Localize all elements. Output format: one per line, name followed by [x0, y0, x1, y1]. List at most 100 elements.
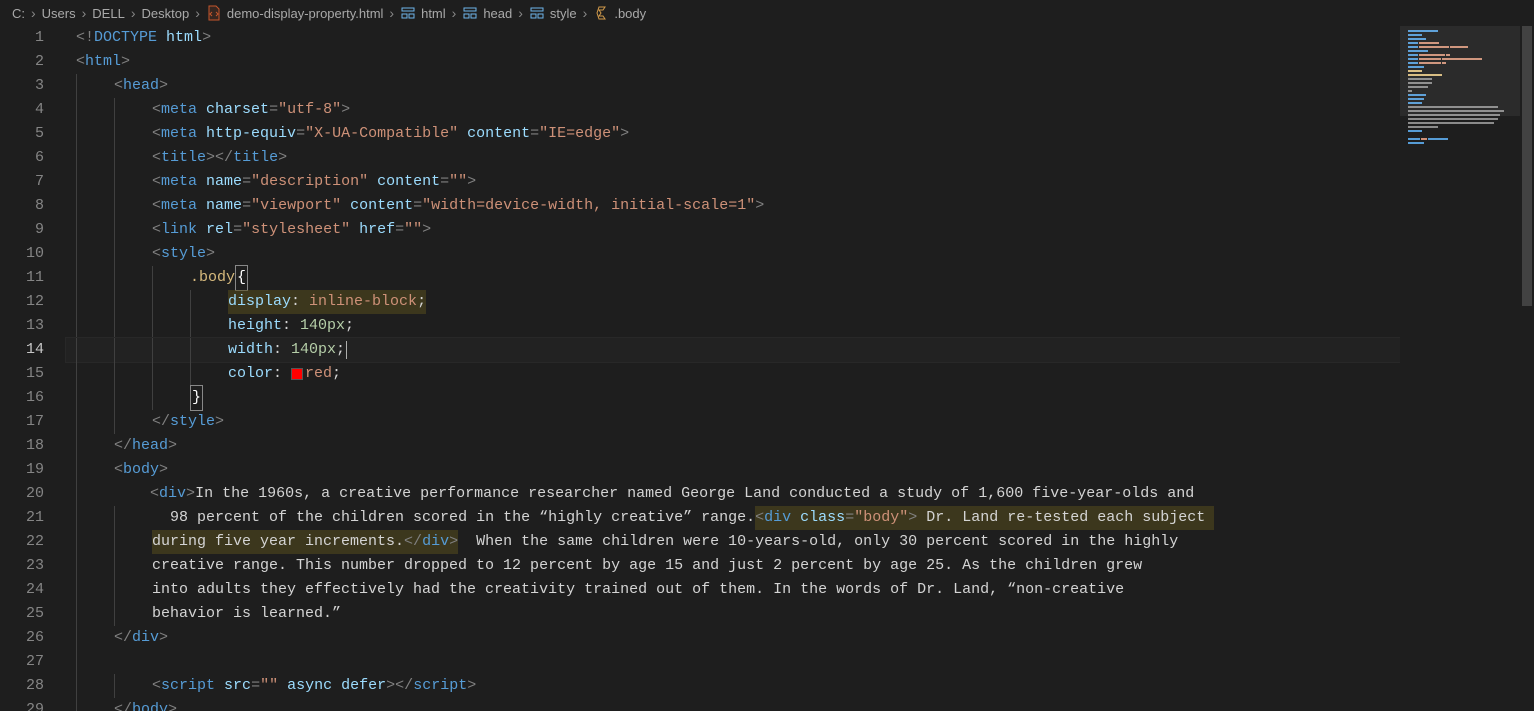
indent-guide [152, 290, 153, 314]
code-token: < [152, 98, 161, 122]
code-content[interactable]: <!DOCTYPE html><html><head><meta charset… [66, 26, 1400, 711]
code-token: When the same children were 10-years-old… [458, 530, 1187, 554]
code-token: = [530, 122, 539, 146]
breadcrumb-segment[interactable]: style [529, 5, 577, 21]
code-line[interactable]: <meta name="description" content=""> [66, 170, 1400, 194]
breadcrumb-segment[interactable]: C: [12, 6, 25, 21]
breadcrumb-segment[interactable]: DELL [92, 6, 125, 21]
line-number: 7 [0, 170, 44, 194]
code-token: > [341, 98, 350, 122]
code-token: width [228, 338, 273, 362]
line-number: 11 [0, 266, 44, 290]
code-line[interactable]: <title></title> [66, 146, 1400, 170]
breadcrumb-segment[interactable]: Desktop [142, 6, 190, 21]
indent-guide [76, 410, 77, 434]
code-line[interactable]: .body{ [66, 266, 1400, 290]
minimap[interactable] [1400, 26, 1520, 711]
code-token: < [152, 170, 161, 194]
indent-guide [190, 362, 191, 386]
code-line[interactable]: into adults they effectively had the cre… [66, 578, 1400, 602]
chevron-right-icon: › [583, 5, 588, 21]
breadcrumb-label: head [483, 6, 512, 21]
code-token: < [114, 74, 123, 98]
code-token: meta [161, 98, 197, 122]
indent-guide [152, 338, 153, 362]
code-line[interactable]: </body> [66, 698, 1400, 711]
breadcrumb-segment[interactable]: .body [593, 5, 646, 21]
code-line[interactable]: <meta charset="utf-8"> [66, 98, 1400, 122]
line-number: 17 [0, 410, 44, 434]
code-line[interactable]: <script src="" async defer></script> [66, 674, 1400, 698]
code-line[interactable]: </style> [66, 410, 1400, 434]
chevron-right-icon: › [195, 5, 200, 21]
code-token: body [132, 698, 168, 711]
code-line[interactable]: width: 140px; [66, 338, 1400, 362]
color-swatch-icon[interactable] [291, 368, 303, 380]
code-token: "stylesheet" [242, 218, 350, 242]
breadcrumb-segment[interactable]: demo-display-property.html [206, 5, 384, 21]
code-token [368, 170, 377, 194]
code-token [197, 170, 206, 194]
code-line[interactable]: <!DOCTYPE html> [66, 26, 1400, 50]
code-line[interactable]: <style> [66, 242, 1400, 266]
indent-guide [114, 266, 115, 290]
minimap-viewport[interactable] [1400, 26, 1520, 116]
code-line[interactable]: height: 140px; [66, 314, 1400, 338]
minimap-line [1404, 118, 1516, 121]
code-token: = [845, 506, 854, 530]
code-token [197, 98, 206, 122]
code-token: name [206, 170, 242, 194]
indent-guide [76, 698, 77, 711]
indent-guide [76, 506, 77, 530]
breadcrumb-label: C: [12, 6, 25, 21]
indent-guide [114, 386, 115, 410]
code-token: "body" [854, 506, 908, 530]
indent-guide [152, 314, 153, 338]
code-token: "description" [251, 170, 368, 194]
code-line[interactable]: color: red; [66, 362, 1400, 386]
code-line[interactable]: <div>In the 1960s, a creative performanc… [66, 482, 1400, 506]
code-token: style [170, 410, 215, 434]
code-token: In the 1960s, a creative performance res… [195, 482, 1203, 506]
code-line[interactable]: </div> [66, 626, 1400, 650]
code-token: Dr. Land re-tested each subject [917, 506, 1214, 530]
code-line[interactable]: display: inline-block; [66, 290, 1400, 314]
breadcrumb-segment[interactable]: head [462, 5, 512, 21]
code-line[interactable]: <link rel="stylesheet" href=""> [66, 218, 1400, 242]
code-line[interactable] [66, 650, 1400, 674]
code-token: "IE=edge" [539, 122, 620, 146]
scrollbar-thumb[interactable] [1522, 26, 1532, 306]
code-token [215, 674, 224, 698]
breadcrumb-label: demo-display-property.html [227, 6, 384, 21]
code-line[interactable]: } [66, 386, 1400, 410]
indent-guide [76, 290, 77, 314]
line-number: 1 [0, 26, 44, 50]
code-line[interactable]: <meta http-equiv="X-UA-Compatible" conte… [66, 122, 1400, 146]
indent-guide [190, 290, 191, 314]
code-token: during five year increments. [152, 530, 404, 554]
code-token: < [152, 242, 161, 266]
code-token: > [186, 482, 195, 506]
breadcrumb-segment[interactable]: Users [42, 6, 76, 21]
indent-guide [114, 410, 115, 434]
code-line[interactable]: creative range. This number dropped to 1… [66, 554, 1400, 578]
code-line[interactable]: </head> [66, 434, 1400, 458]
vertical-scrollbar[interactable] [1520, 26, 1534, 711]
indent-guide [76, 554, 77, 578]
code-line[interactable]: <meta name="viewport" content="width=dev… [66, 194, 1400, 218]
code-line[interactable]: during five year increments.</div> When … [66, 530, 1400, 554]
code-line[interactable]: <body> [66, 458, 1400, 482]
code-line[interactable]: <head> [66, 74, 1400, 98]
editor-area[interactable]: 1234567891011121314151617181920212223242… [0, 26, 1534, 711]
code-token: : [291, 290, 309, 314]
code-line[interactable]: behavior is learned.” [66, 602, 1400, 626]
code-token: meta [161, 170, 197, 194]
code-line[interactable]: <html> [66, 50, 1400, 74]
indent-guide [76, 602, 77, 626]
code-line[interactable]: 98 percent of the children scored in the… [66, 506, 1400, 530]
breadcrumb-segment[interactable]: html [400, 5, 446, 21]
indent-guide [114, 674, 115, 698]
code-token: content [377, 170, 440, 194]
code-token: http-equiv [206, 122, 296, 146]
breadcrumb-label: style [550, 6, 577, 21]
